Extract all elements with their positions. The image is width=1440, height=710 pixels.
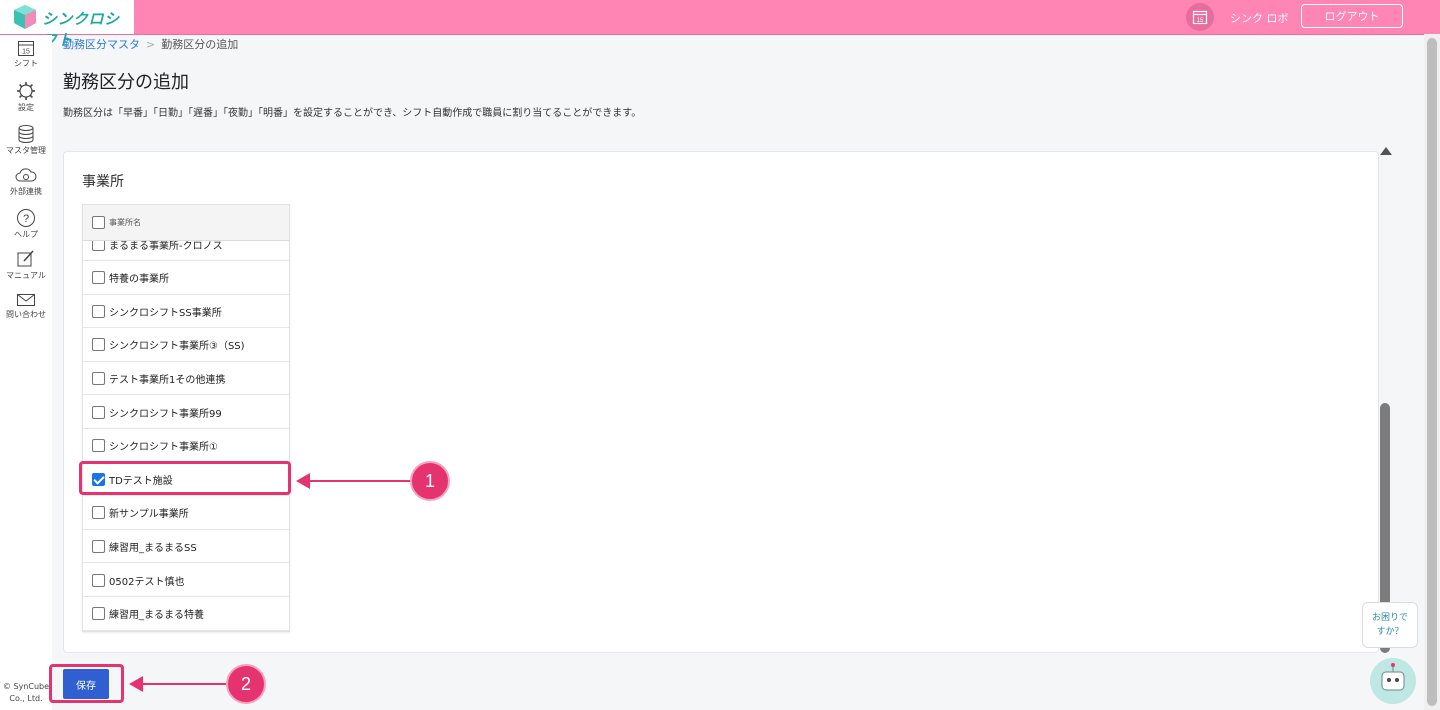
office-name-label: 0502テスト慎也 xyxy=(109,576,185,588)
breadcrumb: 勤務区分マスタ > 勤務区分の追加 xyxy=(63,36,238,52)
breadcrumb-separator: > xyxy=(146,38,156,51)
office-name-label: シンクロシフト事業所③（SS) xyxy=(109,341,245,353)
help-robot-icon[interactable] xyxy=(1370,658,1416,704)
top-header: シンクロシフト 15 シンク ロボ ログアウト xyxy=(0,0,1440,49)
sidebar-item-contact[interactable]: 問い合わせ xyxy=(0,292,52,320)
sidebar-item-integration[interactable]: 外部連携 xyxy=(0,167,52,197)
sidebar-item-label: マスタ管理 xyxy=(6,146,46,155)
breadcrumb-current: 勤務区分の追加 xyxy=(161,38,239,51)
mail-icon xyxy=(17,294,35,306)
sidebar: 15 シフト 設定 マスタ管理 外部連携 ? ヘルプ マニュアル 問い合わせ xyxy=(0,35,52,710)
office-checkbox[interactable] xyxy=(92,405,105,419)
office-name-label: 練習用_まるまるSS xyxy=(109,542,197,554)
office-checkbox[interactable] xyxy=(92,573,105,587)
scroll-up-arrow-icon[interactable] xyxy=(1380,147,1392,155)
sidebar-item-label: 問い合わせ xyxy=(6,310,46,319)
list-item[interactable]: 特養の事業所 xyxy=(83,262,289,295)
sidebar-item-shift[interactable]: 15 シフト xyxy=(0,39,52,69)
office-name-label: 特養の事業所 xyxy=(109,274,169,286)
sidebar-item-settings[interactable]: 設定 xyxy=(0,81,52,113)
office-name-label: 新サンプル事業所 xyxy=(109,509,189,521)
help-bubble[interactable]: お困りで すか？ xyxy=(1362,602,1418,648)
column-header-office-name: 事業所名 xyxy=(109,218,141,227)
sidebar-item-label: マニュアル xyxy=(6,271,46,280)
svg-text:?: ? xyxy=(23,213,29,225)
office-name-label: シンクロシフトSS事業所 xyxy=(109,307,222,319)
logo-mark-icon xyxy=(14,5,36,29)
list-item[interactable]: 新サンプル事業所 xyxy=(83,497,289,530)
sidebar-item-label: シフト xyxy=(14,59,38,68)
list-item[interactable]: シンクロシフトSS事業所 xyxy=(83,295,289,329)
sidebar-item-label: ヘルプ xyxy=(14,230,38,239)
logo[interactable]: シンクロシフト xyxy=(0,0,134,49)
office-checkbox[interactable] xyxy=(92,539,105,553)
office-name-label: テスト事業所1その他連携 xyxy=(109,374,226,386)
sidebar-item-help[interactable]: ? ヘルプ xyxy=(0,208,52,240)
svg-text:15: 15 xyxy=(1197,18,1204,24)
office-list[interactable]: 事業所名 まるまる事業所-クロノス 特養の事業所 シンクロシフトSS事業所 シンクロシ… xyxy=(82,204,290,632)
list-item[interactable]: シンクロシフト事業所99 xyxy=(83,396,289,429)
office-name-label: 練習用_まるまる特養 xyxy=(109,610,204,622)
annotation-arrow-1 xyxy=(310,480,410,482)
office-checkbox[interactable] xyxy=(92,338,105,352)
breadcrumb-link-master[interactable]: 勤務区分マスタ xyxy=(63,38,140,51)
header-calendar-button[interactable]: 15 xyxy=(1186,3,1214,31)
copyright: © SynCube Co., Ltd. xyxy=(2,682,50,703)
page-description: 勤務区分は「早番」「日勤」「遅番」「夜勤」「明番」を設定することができ、シフト自… xyxy=(63,108,642,119)
annotation-arrowhead-1 xyxy=(296,473,310,489)
office-checkbox[interactable] xyxy=(92,506,105,520)
page-title: 勤務区分の追加 xyxy=(63,72,189,93)
database-icon xyxy=(18,125,34,143)
office-checkbox[interactable] xyxy=(92,271,105,285)
annotation-badge-1: 1 xyxy=(410,461,450,501)
svg-text:15: 15 xyxy=(22,49,30,56)
list-item[interactable]: テスト事業所1その他連携 xyxy=(83,362,289,396)
office-checkbox[interactable] xyxy=(92,304,105,318)
office-checkbox[interactable] xyxy=(92,439,105,453)
list-item[interactable]: 練習用_まるまる特養 xyxy=(83,598,289,631)
sidebar-item-master[interactable]: マスタ管理 xyxy=(0,124,52,156)
calendar-icon: 15 xyxy=(18,41,34,56)
list-item[interactable]: シンクロシフト事業所③（SS) xyxy=(83,329,289,362)
sidebar-item-label: 設定 xyxy=(18,103,34,112)
office-checkbox[interactable] xyxy=(92,371,105,385)
question-icon: ? xyxy=(17,209,35,227)
list-item[interactable]: 練習用_まるまるSS xyxy=(83,530,289,564)
annotation-badge-2: 2 xyxy=(226,664,266,704)
user-name[interactable]: シンク ロボ xyxy=(1230,10,1289,26)
office-checkbox[interactable] xyxy=(92,607,105,621)
list-header: 事業所名 xyxy=(83,205,289,241)
list-item[interactable]: シンクロシフト事業所① xyxy=(83,430,289,463)
select-all-checkbox[interactable] xyxy=(92,216,105,229)
office-name-label: シンクロシフト事業所① xyxy=(109,442,218,454)
annotation-arrowhead-2 xyxy=(129,676,143,692)
highlight-box-1 xyxy=(79,461,291,495)
gear-icon xyxy=(17,82,35,100)
calendar-icon: 15 xyxy=(1192,10,1208,25)
edit-icon xyxy=(17,250,34,267)
sidebar-item-label: 外部連携 xyxy=(10,187,42,196)
logout-button[interactable]: ログアウト xyxy=(1301,4,1403,28)
office-name-label: シンクロシフト事業所99 xyxy=(109,408,222,420)
section-title: 事業所 xyxy=(82,174,124,190)
cloud-sync-icon xyxy=(15,168,37,182)
list-item[interactable]: 0502テスト慎也 xyxy=(83,564,289,597)
page-scrollbar-thumb[interactable] xyxy=(1427,38,1437,706)
save-button[interactable]: 保存 xyxy=(63,669,109,699)
sidebar-item-manual[interactable]: マニュアル xyxy=(0,249,52,281)
annotation-arrow-2 xyxy=(142,683,226,685)
